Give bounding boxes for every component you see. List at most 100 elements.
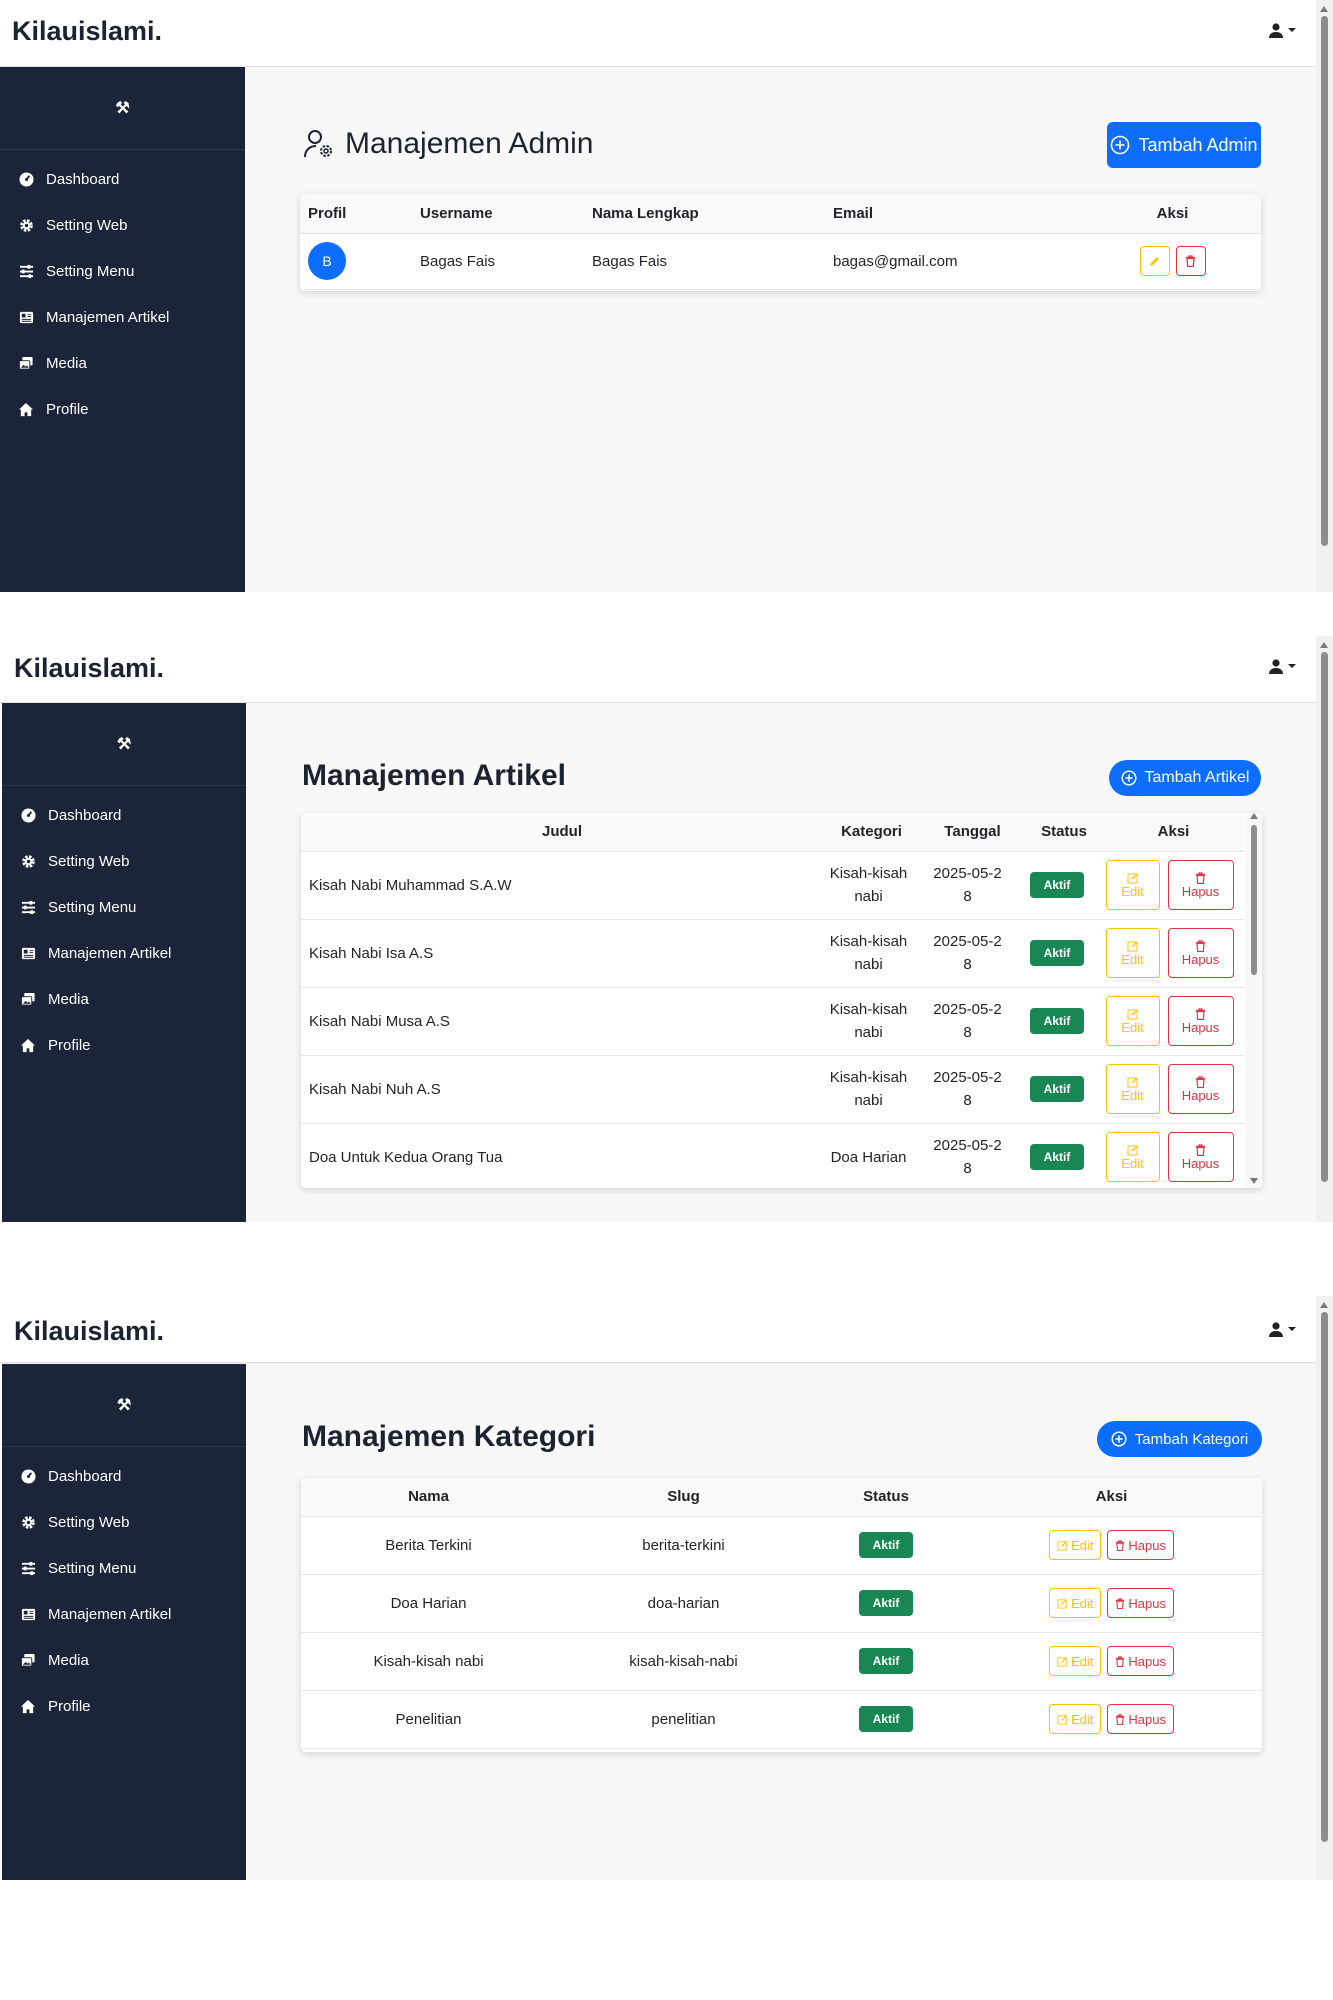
sidebar-item-setting-menu[interactable]: Setting Menu — [2, 884, 246, 930]
sidebar-item-profile[interactable]: Profile — [2, 1683, 246, 1729]
page-scrollbar[interactable] — [1316, 0, 1333, 592]
edit-button[interactable]: Edit — [1105, 1064, 1160, 1114]
table-scrollbar[interactable] — [1245, 813, 1262, 1188]
scroll-thumb[interactable] — [1321, 1312, 1328, 1842]
sidebar-item-profile[interactable]: Profile — [0, 386, 245, 432]
trash-icon — [1116, 1539, 1125, 1551]
scroll-up-arrow[interactable] — [1320, 642, 1328, 648]
tanggal-cell: 2025-05-28 — [933, 865, 1002, 905]
scroll-thumb[interactable] — [1321, 16, 1328, 546]
delete-button[interactable]: Hapus — [1167, 1132, 1234, 1182]
sidebar-item-dashboard[interactable]: Dashboard — [2, 1453, 246, 1499]
scroll-up-arrow[interactable] — [1320, 6, 1328, 12]
scroll-up-arrow[interactable] — [1320, 1302, 1328, 1308]
sidebar-item-media[interactable]: Media — [0, 340, 245, 386]
sidebar-item-media[interactable]: Media — [2, 1637, 246, 1683]
page-scrollbar[interactable] — [1316, 636, 1333, 1222]
admin-table: Profil Username Nama Lengkap Email Aksi … — [300, 194, 1261, 290]
edit-button[interactable]: Edit — [1049, 1646, 1102, 1676]
edit-button[interactable]: Edit — [1105, 996, 1160, 1046]
delete-button[interactable]: Hapus — [1167, 996, 1234, 1046]
gear-icon — [17, 216, 35, 234]
caret-down-icon — [1288, 1327, 1296, 1331]
tools-icon: ⚒ — [116, 1397, 132, 1414]
table-row: Doa Untuk Kedua Orang Tua Doa Harian 2025-… — [301, 1124, 1244, 1189]
edit-label: Edit — [1121, 1155, 1144, 1171]
sidebar-item-dashboard[interactable]: Dashboard — [0, 156, 245, 202]
edit-label: Edit — [1071, 1653, 1094, 1669]
pencil-icon — [1149, 257, 1159, 266]
table-row: B Bagas Fais Bagas Fais bagas@gmail.com — [300, 233, 1261, 290]
sidebar-item-dashboard[interactable]: Dashboard — [2, 792, 246, 838]
brand-logo[interactable]: Kilauislami. — [12, 16, 162, 47]
status-cell: Aktif — [811, 1574, 961, 1633]
table-scroll-up-arrow[interactable] — [1250, 813, 1258, 819]
status-badge: Aktif — [1029, 872, 1085, 898]
sidebar-item-setting-web[interactable]: Setting Web — [2, 838, 246, 884]
column-header-username: Username — [419, 194, 591, 234]
page-title: Manajemen Admin — [303, 127, 593, 161]
delete-button[interactable]: Hapus — [1167, 860, 1234, 910]
sidebar-item-label: Dashboard — [48, 806, 122, 824]
nama-cell: Penelitian — [301, 1690, 556, 1749]
delete-button[interactable]: Hapus — [1167, 928, 1234, 978]
status-cell: Aktif — [1019, 940, 1095, 966]
plus-circle-icon — [1111, 135, 1130, 155]
sidebar-item-setting-web[interactable]: Setting Web — [2, 1499, 246, 1545]
table-row: Doa Harian doa-harian Aktif Edit Hapus — [301, 1574, 1262, 1633]
table-scroll-down-arrow[interactable] — [1250, 1178, 1258, 1184]
column-header-aksi: Aksi — [1103, 813, 1244, 852]
status-cell: Aktif — [811, 1516, 961, 1575]
gear-icon — [19, 1513, 37, 1531]
sidebar: ⚒ Dashboard Setting Web Setting Menu Man… — [2, 1364, 246, 1880]
tambah-admin-button[interactable]: Tambah Admin — [1107, 122, 1261, 168]
trash-icon — [1196, 1075, 1205, 1088]
edit-button[interactable]: Edit — [1105, 928, 1160, 978]
page-title: Manajemen Kategori — [302, 1420, 596, 1453]
home-icon — [19, 1697, 37, 1715]
trash-icon — [1196, 1007, 1205, 1020]
delete-button[interactable]: Hapus — [1167, 1064, 1234, 1114]
sidebar-item-manajemen-artikel[interactable]: Manajemen Artikel — [2, 1591, 246, 1637]
brand-logo[interactable]: Kilauislami. — [14, 1316, 164, 1347]
sidebar-item-setting-web[interactable]: Setting Web — [0, 202, 245, 248]
user-menu-toggle[interactable] — [1268, 658, 1296, 674]
user-menu-toggle[interactable] — [1268, 22, 1296, 38]
edit-button[interactable]: Edit — [1049, 1588, 1102, 1618]
sidebar-item-manajemen-artikel[interactable]: Manajemen Artikel — [0, 294, 245, 340]
sidebar-header: ⚒ — [0, 67, 245, 150]
brand-logo[interactable]: Kilauislami. — [14, 653, 164, 684]
sidebar-item-media[interactable]: Media — [2, 976, 246, 1022]
edit-button[interactable] — [1139, 246, 1170, 276]
delete-button[interactable]: Hapus — [1107, 1704, 1174, 1734]
sidebar-item-manajemen-artikel[interactable]: Manajemen Artikel — [2, 930, 246, 976]
status-badge: Aktif — [1029, 1144, 1085, 1170]
tambah-kategori-button[interactable]: Tambah Kategori — [1097, 1421, 1262, 1457]
delete-button[interactable]: Hapus — [1107, 1588, 1174, 1618]
user-menu-toggle[interactable] — [1268, 1321, 1296, 1337]
sidebar-item-label: Setting Web — [48, 1513, 130, 1531]
edit-button[interactable]: Edit — [1105, 1132, 1160, 1182]
edit-square-icon — [1127, 941, 1137, 951]
tambah-artikel-button[interactable]: Tambah Artikel — [1109, 760, 1261, 796]
edit-button[interactable]: Edit — [1049, 1530, 1102, 1560]
sidebar-item-profile[interactable]: Profile — [2, 1022, 246, 1068]
sidebar-item-setting-menu[interactable]: Setting Menu — [0, 248, 245, 294]
judul-cell: Doa Untuk Kedua Orang Tua — [309, 1148, 503, 1166]
edit-button[interactable]: Edit — [1105, 860, 1160, 910]
column-header-email: Email — [832, 194, 1084, 234]
edit-square-icon — [1057, 1598, 1067, 1609]
delete-button[interactable]: Hapus — [1107, 1646, 1174, 1676]
delete-button[interactable] — [1175, 246, 1206, 276]
page-scrollbar[interactable] — [1316, 1296, 1333, 1880]
sidebar-item-label: Profile — [48, 1036, 91, 1054]
tools-icon: ⚒ — [115, 100, 130, 117]
scroll-thumb[interactable] — [1321, 652, 1328, 1182]
table-scroll-thumb[interactable] — [1251, 825, 1257, 975]
sidebar-item-setting-menu[interactable]: Setting Menu — [2, 1545, 246, 1591]
edit-button[interactable]: Edit — [1049, 1704, 1102, 1734]
delete-button[interactable]: Hapus — [1107, 1530, 1174, 1560]
artikel-rows: Kisah Nabi Muhammad S.A.W Kisah-kisah nab… — [301, 852, 1262, 1189]
status-badge: Aktif — [858, 1648, 914, 1674]
judul-cell: Kisah Nabi Nuh A.S — [309, 1080, 441, 1098]
